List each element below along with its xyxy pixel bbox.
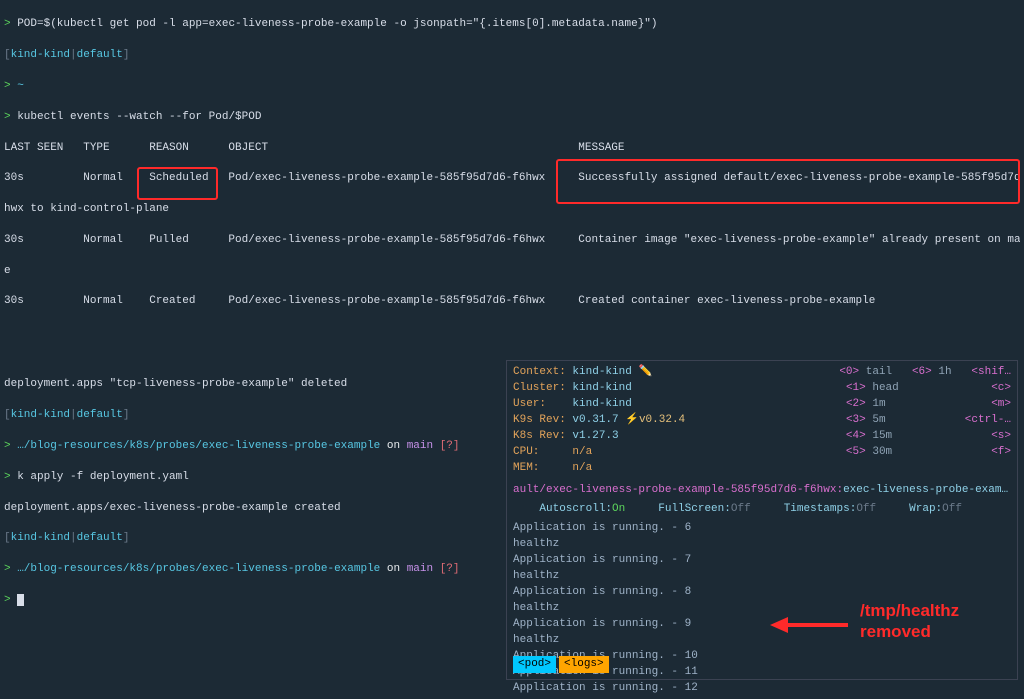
k9s-breadcrumb: ault/exec-liveness-probe-example-585f95d… bbox=[507, 481, 1017, 500]
pencil-icon: ✏️ bbox=[638, 366, 652, 378]
log-line: healthz bbox=[513, 537, 1011, 553]
log-line: healthz bbox=[513, 569, 1011, 585]
events-terminal-pane[interactable]: > POD=$(kubectl get pod -l app=exec-live… bbox=[4, 2, 1020, 312]
prompt-caret: > bbox=[4, 18, 17, 30]
tilde: ~ bbox=[17, 80, 24, 92]
pod-tab[interactable]: <pod> bbox=[513, 656, 556, 673]
event-row: 30s Normal Created Pod/exec-liveness-pro… bbox=[4, 295, 875, 307]
deploy-deleted: deployment.apps "tcp-liveness-probe-exam… bbox=[4, 378, 347, 390]
log-line: Application is running. - 12 bbox=[513, 681, 1011, 697]
log-line: Application is running. - 6 bbox=[513, 521, 1011, 537]
annotation-text: /tmp/healthz removed bbox=[860, 600, 959, 643]
event-row: hwx to kind-control-plane bbox=[4, 203, 169, 215]
events-header: LAST SEEN TYPE REASON OBJECT MESSAGE bbox=[4, 142, 625, 154]
deploy-created: deployment.apps/exec-liveness-probe-exam… bbox=[4, 502, 341, 514]
log-line: Application is running. - 8 bbox=[513, 585, 1011, 601]
shell-terminal-pane[interactable]: deployment.apps "tcp-liveness-probe-exam… bbox=[4, 362, 504, 608]
event-row: e bbox=[4, 265, 11, 277]
path: …/blog-resources/k8s/probes/ bbox=[17, 440, 202, 452]
logs-tab[interactable]: <logs> bbox=[559, 656, 609, 673]
pod-assign-cmd: POD=$(kubectl get pod -l app=exec-livene… bbox=[17, 18, 657, 30]
log-line: Application is running. - 7 bbox=[513, 553, 1011, 569]
k9s-footer-tabs: <pod><logs> bbox=[513, 656, 609, 673]
apply-cmd: k apply -f deployment.yaml bbox=[17, 471, 189, 483]
ctx-ns: default bbox=[77, 49, 123, 61]
event-row: 30s Normal Pulled Pod/exec-liveness-prob… bbox=[4, 234, 1020, 246]
event-row: 30s Normal Scheduled Pod/exec-liveness-p… bbox=[4, 172, 1020, 184]
events-cmd: kubectl events --watch --for Pod/$POD bbox=[17, 111, 261, 123]
git-branch: main bbox=[407, 440, 433, 452]
k9s-header: Context: kind-kind ✏️ <0> tail <6> 1h <s… bbox=[507, 361, 1017, 481]
ctx-open: [ bbox=[4, 49, 11, 61]
ctx-k: kind-kind bbox=[11, 49, 70, 61]
prompt-cursor[interactable]: > bbox=[4, 594, 17, 606]
k9s-view-options: Autoscroll:On FullScreen:Off Timestamps:… bbox=[507, 500, 1017, 519]
